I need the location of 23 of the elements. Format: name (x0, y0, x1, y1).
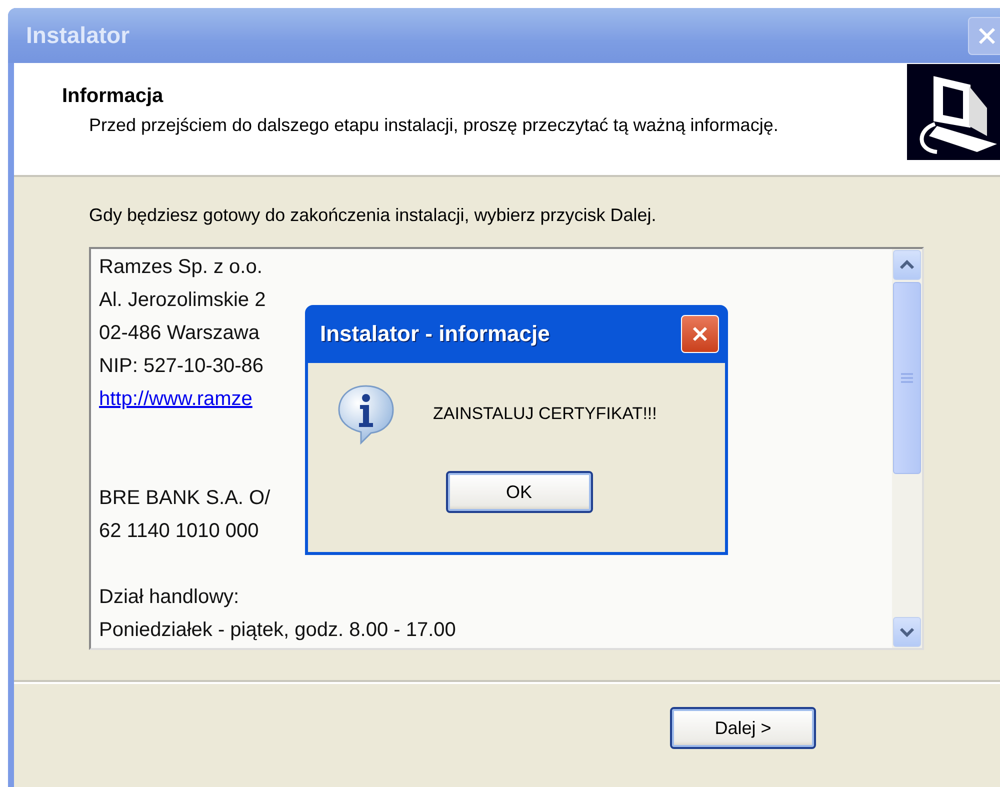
scroll-thumb[interactable] (893, 282, 921, 474)
ok-button[interactable]: OK (446, 471, 592, 513)
info-line: Al. Jerozolimskie 2 (99, 288, 266, 313)
grip-icon (900, 372, 914, 384)
scroll-up-button[interactable] (893, 250, 921, 280)
info-line: Ramzes Sp. z o.o. (99, 255, 262, 280)
dialog-title: Instalator - informacje (320, 321, 550, 347)
next-button[interactable]: Dalej > (670, 707, 816, 749)
website-link[interactable]: http://www.ramze (99, 383, 252, 416)
info-line: 62 1140 1010 000 (99, 519, 259, 544)
info-line: BRE BANK S.A. O/ (99, 486, 270, 511)
window-title: Instalator (25, 22, 130, 49)
header-subtitle: Przed przejściem do dalszego etapu instalacji, proszę przeczytać tą ważną informację. (88, 114, 780, 137)
scrollbar[interactable] (892, 249, 922, 648)
dialog-message: ZAINSTALUJ CERTYFIKAT!!! (433, 404, 657, 424)
instruction-text: Gdy będziesz gotowy do zakończenia instalacji, wybierz przycisk Dalej. (89, 205, 658, 226)
info-line: 02-486 Warszawa (99, 321, 260, 346)
header-title: Informacja (62, 85, 164, 108)
scroll-down-button[interactable] (893, 617, 921, 647)
info-line: NIP: 527-10-30-86 (99, 354, 264, 379)
info-line: Poniedziałek - piątek, godz. 8.00 - 17.00 (99, 618, 456, 643)
info-line: Dział handlowy: (99, 585, 240, 610)
close-icon (690, 324, 710, 344)
